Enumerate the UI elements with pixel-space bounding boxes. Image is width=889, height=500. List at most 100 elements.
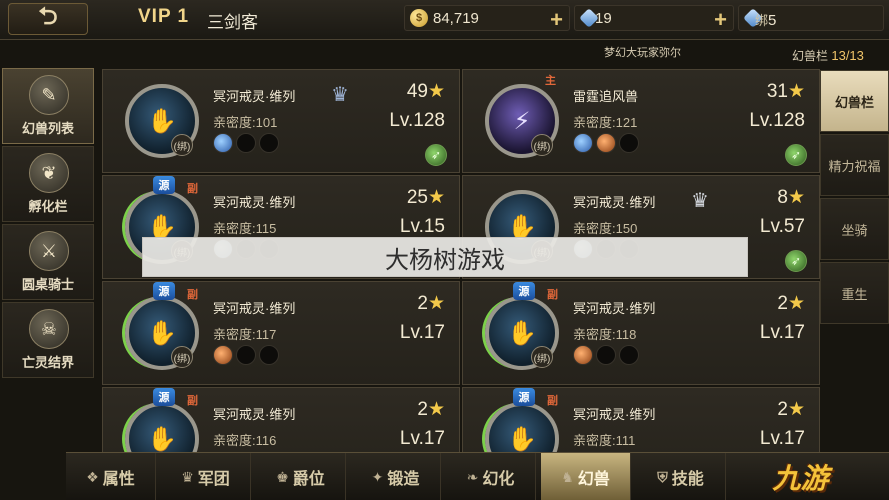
star-count: 2 — [417, 399, 428, 420]
gold-display: $ 84,719 + — [404, 5, 570, 33]
bottom-tab-label: 幻兽 — [577, 471, 610, 488]
intimacy-value: 101 — [255, 115, 278, 130]
left-nav-label: 亡灵结界 — [21, 355, 74, 370]
beast-name: 冥河戒灵·维列 — [213, 195, 296, 210]
bound-tag: (绑) — [171, 346, 193, 368]
gem-slot[interactable] — [236, 133, 256, 153]
star-icon: ★ — [787, 81, 805, 102]
title-icon: ♚ — [276, 468, 289, 485]
intimacy-value: 150 — [615, 221, 638, 236]
gem-slot[interactable] — [213, 345, 233, 365]
ride-action-button[interactable]: ➶ — [785, 250, 807, 272]
beast-name: 冥河戒灵·维列 — [573, 407, 656, 422]
gem-slot[interactable] — [236, 345, 256, 365]
gem-slots — [213, 345, 279, 365]
bottom-tab-label: 幻化 — [482, 471, 515, 488]
beast-level: Lv.128 — [749, 110, 805, 131]
right-nav-tab[interactable]: 精力祝福 — [820, 134, 889, 196]
beast-level: Lv.15 — [399, 216, 445, 237]
left-nav-label: 孵化栏 — [28, 199, 68, 214]
bound-diamond-display: 绑5 — [738, 5, 884, 31]
star-rating: 2★ — [417, 292, 445, 315]
gem-slots — [213, 133, 279, 153]
beast-level: Lv.128 — [389, 110, 445, 131]
gem-slot[interactable] — [213, 133, 233, 153]
slot-label: 幻兽栏 — [792, 49, 829, 63]
intimacy-label: 亲密度: — [213, 433, 256, 448]
beast-name: 冥河戒灵·维列 — [573, 301, 656, 316]
right-nav-tab[interactable]: 坐骑 — [820, 198, 889, 260]
intimacy-row: 亲密度:116 — [213, 430, 276, 449]
intimacy-label: 亲密度: — [573, 221, 616, 236]
diamond-display: 19 + — [574, 5, 734, 33]
bottom-tab[interactable]: ♚ 爵位 — [256, 453, 346, 500]
beast-card[interactable]: ✋ (绑) 源副冥河戒灵·维列 亲密度:118 2★ Lv.17 — [462, 281, 820, 385]
star-count: 2 — [417, 293, 428, 314]
right-nav-tab[interactable]: 幻兽栏 — [820, 70, 889, 132]
back-button[interactable]: ⮌ — [8, 3, 88, 35]
bottom-tab[interactable]: ♛ 军团 — [161, 453, 251, 500]
left-nav-item[interactable]: ⚔ 圆桌骑士 — [2, 224, 94, 300]
gem-slot[interactable] — [573, 345, 593, 365]
top-bar: ⮌ VIP 1 三剑客 $ 84,719 + 19 + 绑5 — [0, 0, 889, 40]
gem-slot[interactable] — [596, 345, 616, 365]
crown-icon: ♛ — [691, 190, 709, 212]
bottom-tab[interactable]: ✦ 锻造 — [351, 453, 441, 500]
star-icon: ★ — [427, 81, 445, 102]
bottom-tab-label: 爵位 — [292, 471, 325, 488]
intimacy-label: 亲密度: — [213, 327, 256, 342]
intimacy-row: 亲密度:118 — [573, 324, 636, 343]
right-nav-tab[interactable]: 重生 — [820, 262, 889, 324]
beast-card[interactable]: ⚡ (绑) 主雷霆追风兽 亲密度:121 31★ Lv.128 ➶ — [462, 69, 820, 173]
beast-level: Lv.17 — [759, 428, 805, 449]
gem-slot[interactable] — [619, 345, 639, 365]
intimacy-row: 亲密度:117 — [213, 324, 276, 343]
intimacy-row: 亲密度:115 — [213, 218, 276, 237]
intimacy-value: 116 — [255, 433, 277, 448]
beast-card[interactable]: ✋ (绑) 源副冥河戒灵·维列 亲密度:117 2★ Lv.17 — [102, 281, 460, 385]
left-nav-item[interactable]: ❦ 孵化栏 — [2, 146, 94, 222]
star-count: 2 — [777, 293, 788, 314]
left-nav-label: 幻兽列表 — [21, 121, 74, 136]
gem-slot[interactable] — [619, 133, 639, 153]
add-gold-button[interactable]: + — [550, 7, 563, 33]
ride-action-button[interactable]: ➶ — [425, 144, 447, 166]
gem-slot[interactable] — [259, 133, 279, 153]
role-tag: 副 — [187, 395, 198, 407]
slot-count: 13/13 — [831, 48, 864, 63]
star-icon: ★ — [787, 293, 805, 314]
forge-icon: ✦ — [371, 468, 384, 485]
intimacy-label: 亲密度: — [573, 115, 616, 130]
intimacy-row: 亲密度:150 — [573, 218, 637, 237]
beast-card[interactable]: ✋ (绑) 冥河戒灵·维列 亲密度:101 ♛ 49★ Lv.128 ➶ — [102, 69, 460, 173]
beast-level: Lv.57 — [759, 216, 805, 237]
role-tag: 副 — [547, 289, 558, 301]
intimacy-row: 亲密度:101 — [213, 112, 277, 131]
gem-slots — [573, 133, 639, 153]
gem-slot[interactable] — [259, 345, 279, 365]
ride-action-button[interactable]: ➶ — [785, 144, 807, 166]
intimacy-label: 亲密度: — [573, 327, 616, 342]
gem-slot[interactable] — [596, 133, 616, 153]
star-rating: 8★ — [777, 186, 805, 209]
beast-slot-count: 幻兽栏 13/13 — [792, 47, 864, 64]
transform-icon: ❧ — [466, 468, 479, 485]
bottom-tab-label: 属性 — [102, 471, 135, 488]
gold-coin-icon: $ — [410, 9, 428, 27]
left-nav-item[interactable]: ☠ 亡灵结界 — [2, 302, 94, 378]
bottom-tab[interactable]: ♞ 幻兽 — [541, 453, 631, 500]
gem-slot[interactable] — [573, 133, 593, 153]
bottom-tab[interactable]: ❖ 属性 — [66, 453, 156, 500]
intimacy-value: 115 — [255, 221, 277, 236]
bottom-tab[interactable]: ❧ 幻化 — [446, 453, 536, 500]
beast-name: 雷霆追风兽 — [573, 89, 639, 104]
source-badge: 源 — [513, 388, 535, 406]
source-badge: 源 — [513, 282, 535, 300]
add-diamond-button[interactable]: + — [714, 7, 727, 33]
role-tag: 副 — [547, 395, 558, 407]
star-count: 25 — [406, 187, 428, 208]
intimacy-label: 亲密度: — [573, 433, 616, 448]
star-icon: ★ — [427, 187, 445, 208]
beast-level: Lv.17 — [399, 322, 445, 343]
left-nav-item[interactable]: ✎ 幻兽列表 — [2, 68, 94, 144]
